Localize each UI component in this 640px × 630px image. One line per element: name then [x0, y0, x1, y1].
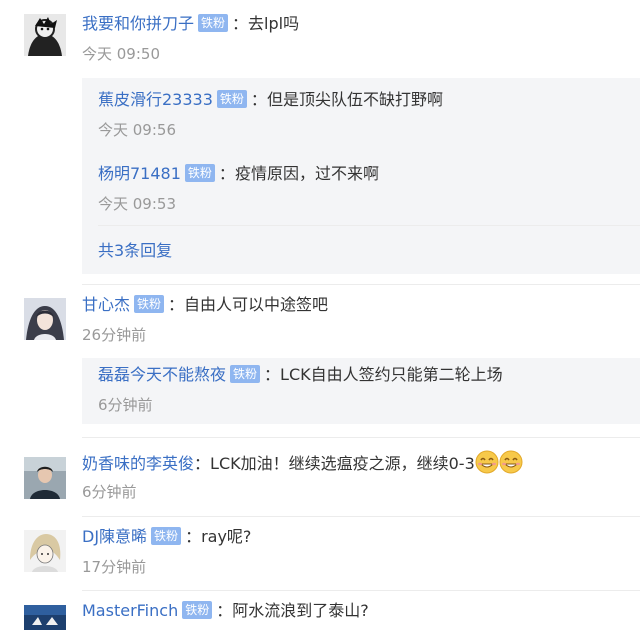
divider	[82, 284, 640, 285]
reply-username[interactable]: 杨明71481	[98, 164, 181, 183]
reply-text: 但是顶尖队伍不缺打野啊	[266, 90, 443, 109]
reply-item: 杨明71481 铁粉 ：疫情原因，过不来啊 今天 09:53	[98, 162, 640, 216]
comment-username[interactable]: MasterFinch	[82, 601, 178, 620]
comment-text: 去lpl吗	[248, 14, 300, 33]
comment-time: 6分钟前	[82, 483, 137, 501]
avatar[interactable]	[24, 298, 66, 340]
reply-time: 今天 09:53	[98, 195, 176, 213]
fan-badge: 铁粉	[184, 164, 215, 182]
fan-badge: 铁粉	[198, 14, 229, 32]
comment-time: 今天 09:50	[82, 45, 160, 63]
comment-text: 自由人可以中途签吧	[184, 295, 329, 314]
comment-text: 阿水流浪到了泰山?	[232, 601, 369, 620]
avatar[interactable]	[24, 14, 66, 56]
reply-text: 疫情原因，过不来啊	[234, 164, 379, 183]
avatar[interactable]	[24, 457, 66, 499]
divider	[98, 225, 640, 226]
reply-time: 今天 09:56	[98, 121, 176, 139]
avatar[interactable]	[24, 605, 66, 630]
fan-badge: 铁粉	[151, 527, 182, 545]
fan-badge: 铁粉	[230, 365, 261, 383]
fan-badge: 铁粉	[134, 295, 165, 313]
comment-text: ray呢?	[201, 527, 252, 546]
reply-username[interactable]: 磊磊今天不能熬夜	[98, 365, 226, 384]
avatar[interactable]	[24, 530, 66, 572]
fan-badge: 铁粉	[216, 90, 247, 108]
smile-emoji-icon	[499, 450, 523, 474]
fan-badge: 铁粉	[182, 601, 213, 619]
comment-username[interactable]: 甘心杰	[82, 295, 130, 314]
comment-username[interactable]: 奶香味的李英俊	[82, 454, 194, 473]
comment-text: LCK加油！继续选瘟疫之源，继续0-3	[210, 454, 475, 473]
reply-list: 蕉皮滑行23333 铁粉 ：但是顶尖队伍不缺打野啊 今天 09:56 杨明71481…	[82, 78, 640, 274]
reply-item: 蕉皮滑行23333 铁粉 ：但是顶尖队伍不缺打野啊 今天 09:56	[98, 88, 640, 142]
more-replies-link[interactable]: 共3条回复	[98, 239, 172, 263]
divider	[82, 516, 640, 517]
comment-time: 17分钟前	[82, 558, 147, 576]
divider	[82, 590, 640, 591]
reply-list: 磊磊今天不能熬夜 铁粉 ：LCK自由人签约只能第二轮上场 6分钟前	[82, 358, 640, 424]
comment-username[interactable]: 我要和你拼刀子	[82, 14, 194, 33]
smile-emoji-icon	[475, 450, 499, 474]
divider	[82, 437, 640, 438]
comment-time: 26分钟前	[82, 326, 147, 344]
comment-username[interactable]: DJ陳意晞	[82, 527, 147, 546]
reply-item: 磊磊今天不能熬夜 铁粉 ：LCK自由人签约只能第二轮上场 6分钟前	[98, 363, 640, 417]
reply-text: LCK自由人签约只能第二轮上场	[280, 365, 503, 384]
reply-username[interactable]: 蕉皮滑行23333	[98, 90, 213, 109]
reply-time: 6分钟前	[98, 396, 153, 414]
